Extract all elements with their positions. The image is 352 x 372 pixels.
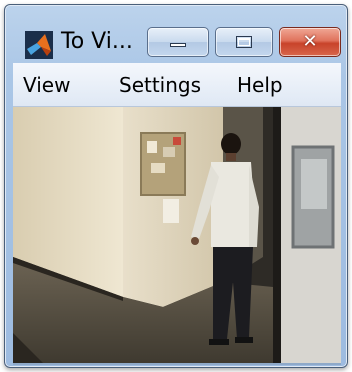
minimize-icon (170, 43, 186, 47)
menu-settings[interactable]: Settings (119, 71, 201, 99)
menu-bar: View Settings Help (13, 63, 341, 107)
matlab-logo-icon (25, 31, 53, 59)
maximize-icon (236, 36, 252, 48)
title-bar[interactable]: To Vi... ✕ (5, 5, 347, 63)
close-button[interactable]: ✕ (279, 27, 341, 57)
app-window: To Vi... ✕ View Settings Help (4, 4, 348, 368)
menu-help[interactable]: Help (237, 71, 283, 99)
close-icon: ✕ (302, 31, 318, 52)
maximize-button[interactable] (215, 27, 273, 57)
video-frame (13, 107, 341, 363)
menu-view[interactable]: View (23, 71, 70, 99)
video-display (13, 107, 341, 363)
window-bottom-border (13, 363, 341, 365)
minimize-button[interactable] (147, 27, 209, 57)
window-title: To Vi... (61, 29, 133, 54)
